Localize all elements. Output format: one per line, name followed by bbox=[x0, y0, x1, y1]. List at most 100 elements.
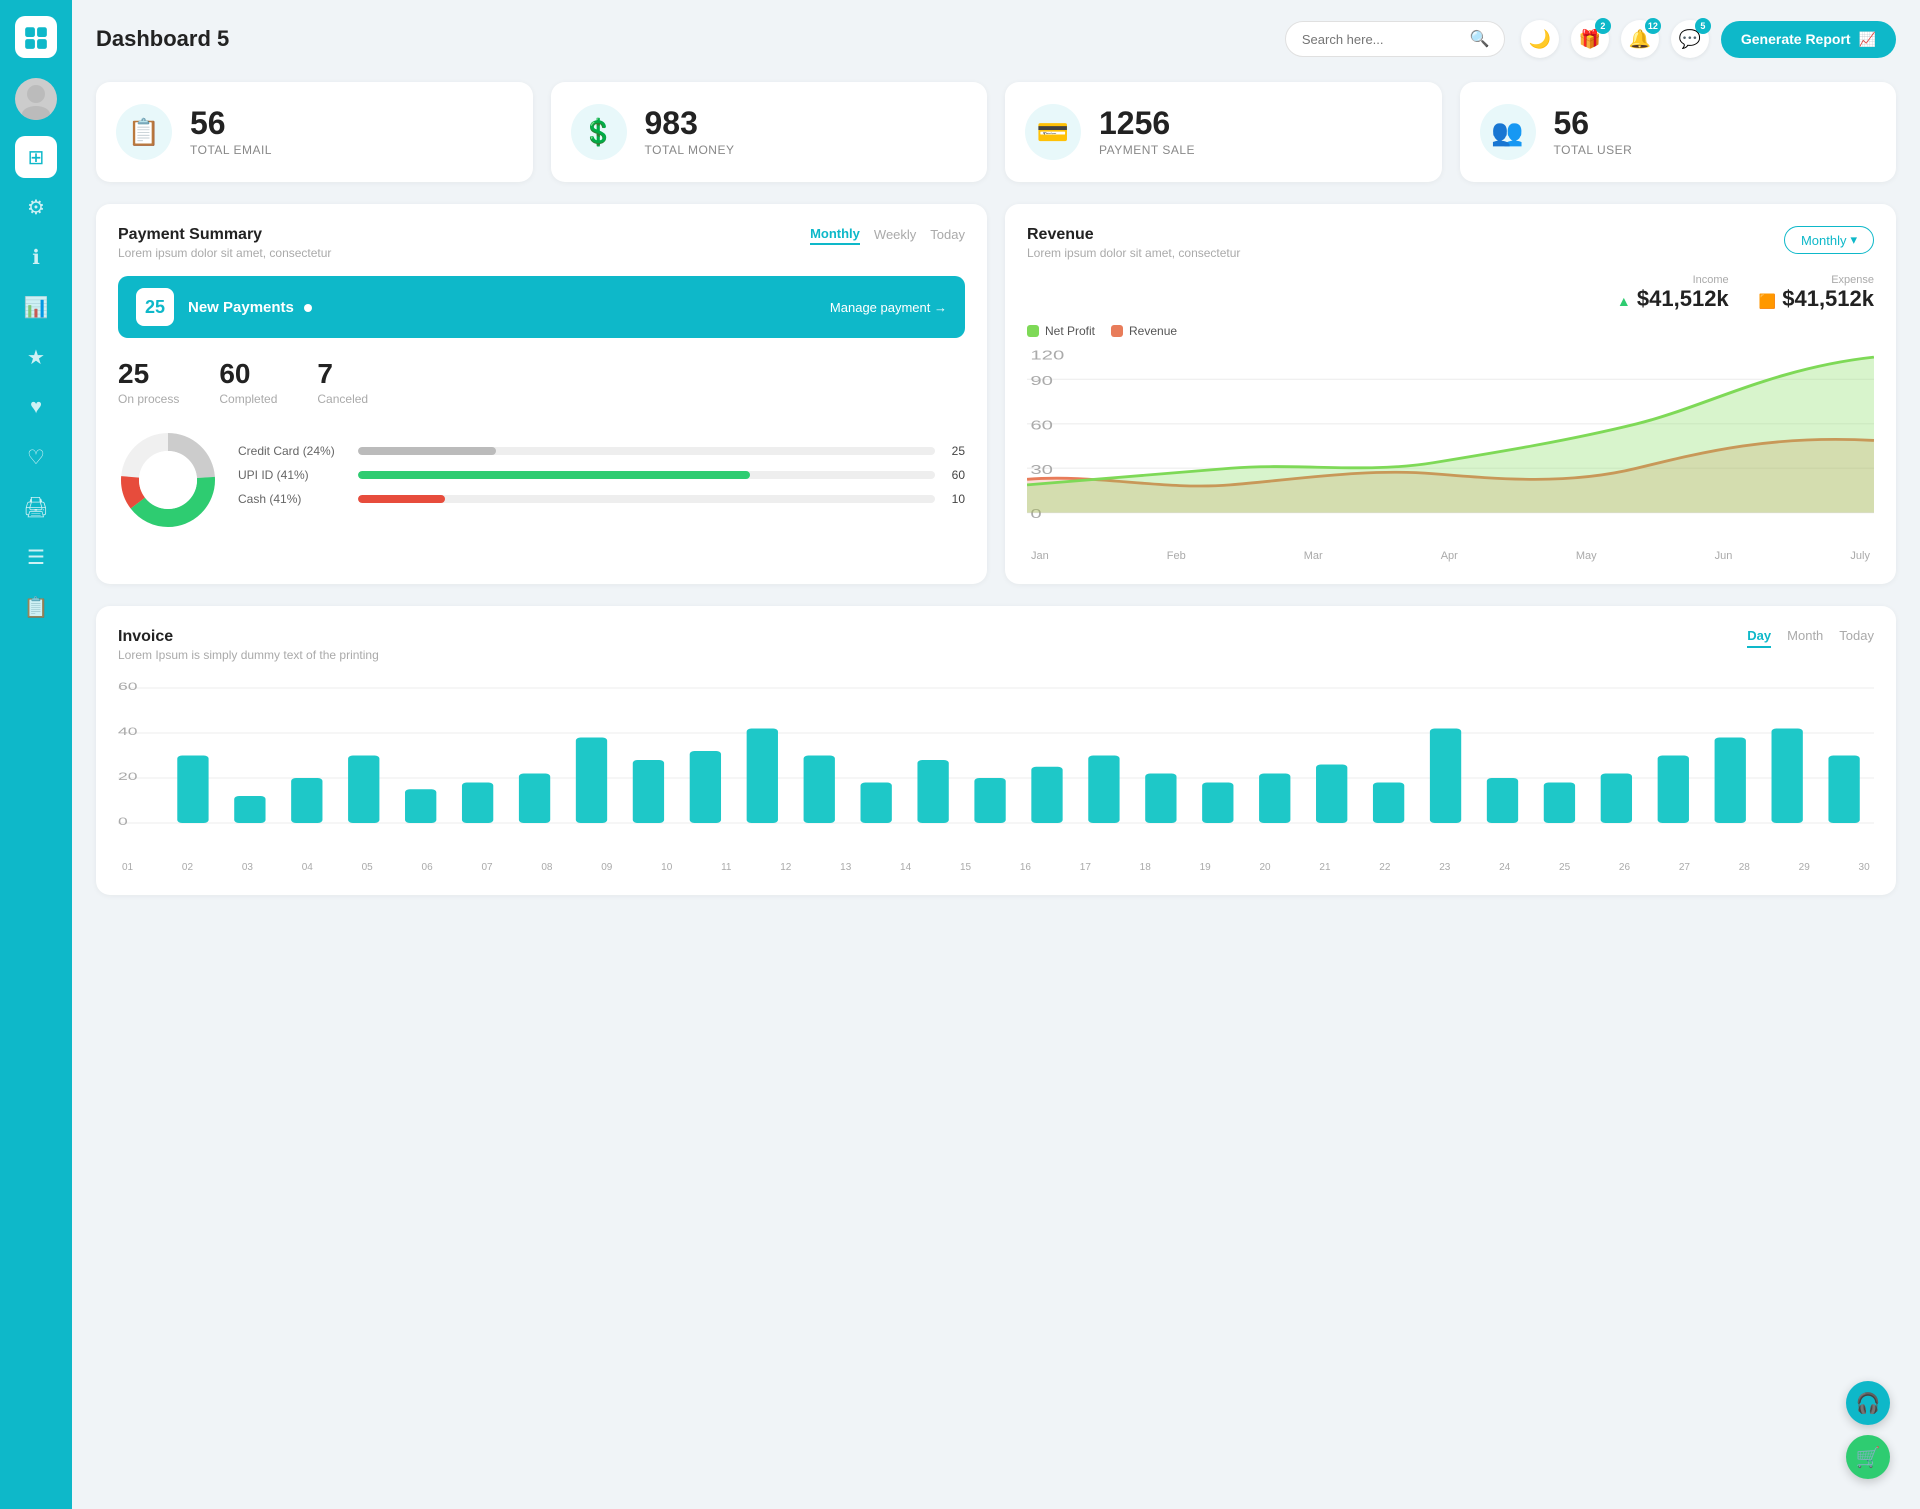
payment-stat-icon: 💳 bbox=[1025, 104, 1081, 160]
tab-month[interactable]: Month bbox=[1787, 628, 1823, 648]
x-label-july: July bbox=[1850, 550, 1870, 562]
sidebar-item-analytics[interactable]: 📊 bbox=[15, 286, 57, 328]
svg-text:60: 60 bbox=[1030, 417, 1053, 433]
bar-x-label: 12 bbox=[780, 862, 791, 873]
heart-outline-icon: ♡ bbox=[27, 445, 45, 470]
bar-x-label: 19 bbox=[1200, 862, 1211, 873]
x-label-may: May bbox=[1576, 550, 1597, 562]
payment-summary-header: Payment Summary Lorem ipsum dolor sit am… bbox=[118, 226, 965, 260]
tab-today[interactable]: Today bbox=[1839, 628, 1874, 648]
bell-btn[interactable]: 🔔 12 bbox=[1621, 20, 1659, 58]
sidebar-item-info[interactable]: ℹ bbox=[15, 236, 57, 278]
bar-x-label: 06 bbox=[422, 862, 433, 873]
avatar[interactable] bbox=[15, 78, 57, 120]
sidebar-item-likes[interactable]: ♥ bbox=[15, 386, 57, 428]
chat-badge: 5 bbox=[1695, 18, 1711, 34]
x-label-apr: Apr bbox=[1441, 550, 1458, 562]
invoice-title: Invoice bbox=[118, 628, 379, 646]
bar-x-label: 11 bbox=[721, 862, 731, 873]
info-icon: ℹ bbox=[32, 245, 40, 270]
sidebar-item-dashboard[interactable]: ⊞ bbox=[15, 136, 57, 178]
sidebar-item-reports[interactable]: 📋 bbox=[15, 586, 57, 628]
payment-methods: Credit Card (24%) 25 UPI ID (41%) 60 bbox=[118, 430, 965, 530]
reports-icon: 📋 bbox=[24, 595, 49, 620]
chevron-down-icon: ▾ bbox=[1850, 232, 1857, 248]
total-email-label: TOTAL EMAIL bbox=[190, 143, 272, 157]
sidebar-item-print[interactable]: 🖨 bbox=[15, 486, 57, 528]
dashboard-icon: ⊞ bbox=[28, 145, 45, 170]
bar-x-label: 23 bbox=[1439, 862, 1450, 873]
bar-chart: 60 40 20 0 bbox=[118, 678, 1874, 858]
svg-text:40: 40 bbox=[118, 726, 138, 738]
cash-label: Cash (41%) bbox=[238, 492, 348, 506]
bar-x-label: 10 bbox=[661, 862, 672, 873]
tab-monthly[interactable]: Monthly bbox=[810, 226, 860, 245]
chart-legend: Net Profit Revenue bbox=[1027, 324, 1874, 338]
sidebar-item-saved[interactable]: ♡ bbox=[15, 436, 57, 478]
sidebar-item-settings[interactable]: ⚙ bbox=[15, 186, 57, 228]
revenue-title: Revenue bbox=[1027, 226, 1240, 244]
on-process-value: 25 bbox=[118, 358, 179, 390]
gear-icon: ⚙ bbox=[27, 195, 45, 220]
invoice-header: Invoice Lorem Ipsum is simply dummy text… bbox=[118, 628, 1874, 662]
bar-x-label: 24 bbox=[1499, 862, 1510, 873]
bar-x-label: 22 bbox=[1379, 862, 1390, 873]
method-upi: UPI ID (41%) 60 bbox=[238, 468, 965, 482]
search-input[interactable] bbox=[1302, 32, 1462, 47]
svg-text:90: 90 bbox=[1030, 372, 1053, 388]
net-profit-dot bbox=[1027, 325, 1039, 337]
payment-summary-subtitle: Lorem ipsum dolor sit amet, consectetur bbox=[118, 246, 331, 260]
new-payments-label: New Payments bbox=[188, 299, 312, 316]
menu-icon: ☰ bbox=[27, 545, 45, 570]
manage-payment-link[interactable]: Manage payment → bbox=[830, 300, 947, 315]
heart-icon: ♥ bbox=[30, 396, 42, 419]
x-label-jan: Jan bbox=[1031, 550, 1049, 562]
methods-list: Credit Card (24%) 25 UPI ID (41%) 60 bbox=[238, 444, 965, 516]
tab-today[interactable]: Today bbox=[930, 227, 965, 244]
bell-badge: 12 bbox=[1645, 18, 1661, 34]
bar-x-label: 25 bbox=[1559, 862, 1570, 873]
canceled-value: 7 bbox=[317, 358, 368, 390]
search-box[interactable]: 🔍 bbox=[1285, 21, 1505, 57]
completed-label: Completed bbox=[219, 392, 277, 406]
bar-x-label: 09 bbox=[601, 862, 612, 873]
gift-btn[interactable]: 🎁 2 bbox=[1571, 20, 1609, 58]
tab-day[interactable]: Day bbox=[1747, 628, 1771, 648]
svg-text:0: 0 bbox=[118, 816, 128, 828]
page-title: Dashboard 5 bbox=[96, 26, 1269, 52]
chart-icon: 📈 bbox=[1859, 31, 1876, 48]
payment-summary-title: Payment Summary bbox=[118, 226, 331, 244]
upi-count: 60 bbox=[945, 468, 965, 482]
cash-fill bbox=[358, 495, 445, 503]
bar-x-label: 04 bbox=[302, 862, 313, 873]
sidebar-item-favorites[interactable]: ★ bbox=[15, 336, 57, 378]
chat-float-btn[interactable]: 🎧 bbox=[1846, 1381, 1890, 1425]
chat-btn[interactable]: 💬 5 bbox=[1671, 20, 1709, 58]
area-chart: 0 30 60 90 120 bbox=[1027, 346, 1874, 546]
revenue-monthly-btn[interactable]: Monthly ▾ bbox=[1784, 226, 1874, 254]
bar-x-label: 08 bbox=[541, 862, 552, 873]
income-title: Income bbox=[1617, 274, 1729, 286]
tab-weekly[interactable]: Weekly bbox=[874, 227, 916, 244]
total-user-value: 56 bbox=[1554, 107, 1633, 139]
upi-fill bbox=[358, 471, 750, 479]
sidebar-item-menu[interactable]: ☰ bbox=[15, 536, 57, 578]
invoice-subtitle: Lorem Ipsum is simply dummy text of the … bbox=[118, 648, 379, 662]
method-cash: Cash (41%) 10 bbox=[238, 492, 965, 506]
income-val: ▲ $41,512k bbox=[1617, 286, 1729, 312]
generate-report-button[interactable]: Generate Report 📈 bbox=[1721, 21, 1896, 58]
stat-card-money: 💲 983 TOTAL MONEY bbox=[551, 82, 988, 182]
on-process-label: On process bbox=[118, 392, 179, 406]
header-icons: 🌙 🎁 2 🔔 12 💬 5 Generate Report 📈 bbox=[1521, 20, 1896, 58]
stat-card-payment: 💳 1256 PAYMENT SALE bbox=[1005, 82, 1442, 182]
total-user-label: TOTAL USER bbox=[1554, 143, 1633, 157]
stat-card-user: 👥 56 TOTAL USER bbox=[1460, 82, 1897, 182]
revenue-header: Revenue Lorem ipsum dolor sit amet, cons… bbox=[1027, 226, 1874, 260]
money-stat-icon: 💲 bbox=[571, 104, 627, 160]
income-icon: ▲ bbox=[1617, 293, 1631, 309]
expense-icon: 🟧 bbox=[1759, 293, 1776, 309]
payment-tabs: Monthly Weekly Today bbox=[810, 226, 965, 245]
dark-mode-btn[interactable]: 🌙 bbox=[1521, 20, 1559, 58]
cart-float-btn[interactable]: 🛒 bbox=[1846, 1435, 1890, 1479]
method-credit-card: Credit Card (24%) 25 bbox=[238, 444, 965, 458]
